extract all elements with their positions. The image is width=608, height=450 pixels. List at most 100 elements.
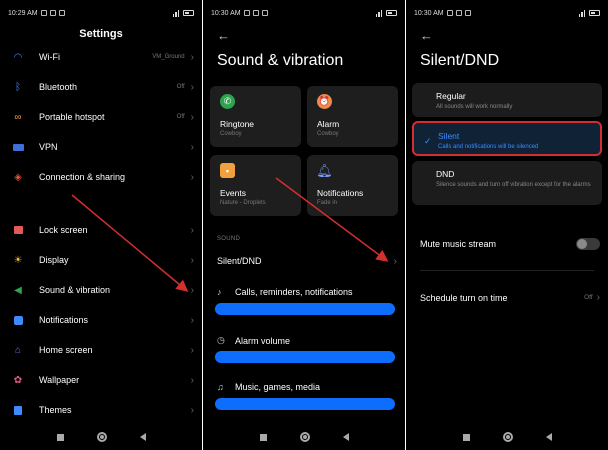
tile-sub: Nature - Droplets: [220, 200, 266, 206]
settings-item-label: VPN: [39, 142, 58, 152]
tile-events[interactable]: ▪ Events Nature - Droplets: [210, 155, 301, 216]
settings-item-lock-screen[interactable]: Lock screen ›: [12, 220, 194, 240]
chevron-right-icon: ›: [190, 51, 194, 63]
notification-icon: [464, 10, 471, 16]
settings-item-sound-vibration[interactable]: ◀ Sound & vibration ›: [12, 280, 194, 300]
option-silent[interactable]: ✓ Silent Calls and notifications will be…: [412, 121, 602, 156]
volume-label-alarm: ◷ Alarm volume: [217, 335, 290, 346]
settings-item-wifi[interactable]: ◠ Wi-Fi VM_Ground ›: [12, 47, 194, 67]
settings-item-value: Off: [176, 84, 185, 90]
back-button[interactable]: [545, 433, 552, 441]
volume-label-calls: ♪ Calls, reminders, notifications: [217, 287, 353, 297]
volume-slider-alarm[interactable]: [215, 351, 395, 363]
settings-item-bluetooth[interactable]: ᛒ Bluetooth Off ›: [12, 77, 194, 97]
settings-item-value: Off: [176, 114, 185, 120]
mute-music-label: Mute music stream: [420, 239, 497, 249]
chevron-right-icon: ›: [190, 171, 194, 183]
home-button[interactable]: [96, 432, 107, 442]
settings-item-wallpaper[interactable]: ✿ Wallpaper ›: [12, 370, 194, 390]
recents-button[interactable]: [56, 433, 64, 441]
display-icon: ☀: [13, 254, 23, 266]
mute-music-toggle[interactable]: [576, 238, 600, 250]
settings-item-hotspot[interactable]: ∞ Portable hotspot Off ›: [12, 107, 194, 127]
battery-icon: [589, 10, 600, 16]
schedule-value: Off: [584, 294, 593, 301]
silent-dnd-row[interactable]: Silent/DND ›: [217, 256, 397, 267]
settings-item-label: Notifications: [39, 315, 89, 325]
volume-label-media: ♫ Music, games, media: [217, 382, 320, 392]
schedule-row[interactable]: Schedule turn on time Off ›: [420, 292, 600, 303]
tile-label: Notifications: [317, 188, 364, 198]
settings-item-connection-sharing[interactable]: ◈ Connection & sharing ›: [12, 167, 194, 187]
signal-icon: [375, 9, 382, 17]
settings-item-label: Themes: [39, 405, 72, 415]
status-time: 10:30 AM: [211, 9, 241, 17]
option-label: Silent: [438, 131, 460, 141]
settings-item-label: Lock screen: [39, 225, 88, 235]
alarm-small-icon: ◷: [217, 335, 225, 345]
settings-item-label: Display: [39, 255, 69, 265]
back-button[interactable]: [342, 433, 349, 441]
sound-vibration-screen: 10:30 AM ← Sound & vibration ✆ Ringtone …: [203, 0, 405, 450]
settings-item-home-screen[interactable]: ⌂ Home screen ›: [12, 340, 194, 360]
chevron-right-icon: ›: [190, 404, 194, 416]
back-arrow-icon[interactable]: ←: [420, 28, 433, 43]
tile-label: Alarm: [317, 119, 340, 129]
settings-item-vpn[interactable]: VPN ›: [12, 137, 194, 157]
recents-button[interactable]: [259, 433, 267, 441]
settings-item-notifications[interactable]: Notifications ›: [12, 310, 194, 330]
page-title: Settings: [79, 28, 123, 40]
settings-item-label: Wallpaper: [39, 375, 80, 385]
signal-icon: [578, 9, 585, 17]
chevron-right-icon: ›: [190, 224, 194, 236]
settings-item-label: Wi-Fi: [39, 52, 60, 62]
status-bar: 10:29 AM: [8, 8, 194, 18]
tile-ringtone[interactable]: ✆ Ringtone Cowboy: [210, 86, 301, 147]
tile-sub: Fade in: [317, 200, 338, 206]
settings-item-label: Portable hotspot: [39, 112, 105, 122]
bell-small-icon: ♪: [217, 287, 222, 297]
wallpaper-icon: ✿: [13, 374, 23, 386]
tile-label: Events: [220, 188, 246, 198]
notification-icon: [261, 10, 268, 16]
home-button[interactable]: [299, 432, 310, 442]
events-icon: ▪: [220, 163, 235, 178]
settings-item-label: Home screen: [39, 345, 93, 355]
volume-slider-calls[interactable]: [215, 303, 395, 315]
tile-notifications[interactable]: 🔔︎ Notifications Fade in: [307, 155, 398, 216]
schedule-label: Schedule turn on time: [420, 292, 508, 303]
back-arrow-icon[interactable]: ←: [217, 28, 230, 43]
settings-item-themes[interactable]: Themes ›: [12, 400, 194, 420]
settings-item-display[interactable]: ☀ Display ›: [12, 250, 194, 270]
status-bar: 10:30 AM: [414, 8, 600, 18]
back-button[interactable]: [139, 433, 146, 441]
page-title: Silent/DND: [420, 52, 500, 69]
bluetooth-icon: ᛒ: [15, 81, 21, 93]
chevron-right-icon: ›: [393, 256, 397, 267]
home-icon: ⌂: [14, 344, 22, 356]
navigation-bar: [406, 431, 608, 443]
bell-icon: 🔔︎: [316, 162, 333, 178]
silent-dnd-screen: 10:30 AM ← Silent/DND Regular All sounds…: [406, 0, 608, 450]
status-time: 10:29 AM: [8, 9, 38, 17]
option-sub: All sounds will work normally: [436, 104, 513, 110]
settings-item-value: VM_Ground: [152, 54, 185, 60]
sound-icon: ◀: [14, 284, 22, 296]
option-regular[interactable]: Regular All sounds will work normally: [412, 83, 602, 117]
volume-label-text: Alarm volume: [235, 335, 291, 346]
mute-music-row[interactable]: Mute music stream: [420, 238, 600, 250]
home-button[interactable]: [502, 432, 513, 442]
status-bar: 10:30 AM: [211, 8, 397, 18]
divider: [420, 270, 594, 271]
tile-sub: Cowboy: [317, 131, 339, 137]
battery-icon: [183, 10, 194, 16]
option-sub: Calls and notifications will be silenced: [438, 144, 539, 150]
signal-icon: [172, 9, 179, 17]
section-header: SOUND: [217, 236, 241, 242]
tile-alarm[interactable]: ⏰ Alarm Cowboy: [307, 86, 398, 147]
chevron-right-icon: ›: [190, 314, 194, 326]
settings-item-label: Sound & vibration: [39, 285, 111, 295]
option-dnd[interactable]: DND Silence sounds and turn off vibratio…: [412, 161, 602, 205]
volume-slider-media[interactable]: [215, 398, 395, 410]
recents-button[interactable]: [462, 433, 470, 441]
